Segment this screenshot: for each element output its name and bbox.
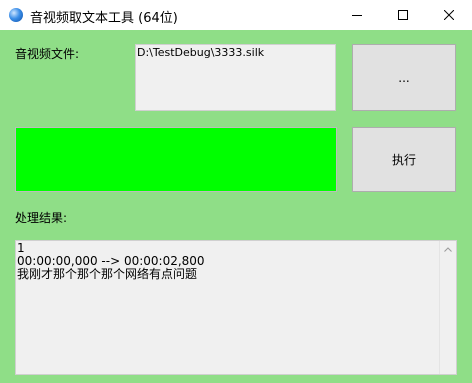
file-label: 音视频文件: [15, 47, 80, 61]
result-text: 1 00:00:00,000 --> 00:00:02,800 我刚才那个那个那… [17, 242, 205, 281]
progress-fill [16, 128, 336, 191]
close-button[interactable] [426, 0, 472, 30]
progress-bar [15, 127, 337, 192]
browse-button-label: ... [398, 70, 410, 85]
maximize-icon [398, 10, 408, 20]
vertical-scrollbar[interactable] [439, 241, 456, 374]
run-button[interactable]: 执行 [352, 127, 456, 192]
browse-button[interactable]: ... [352, 44, 456, 111]
minimize-button[interactable] [334, 0, 380, 30]
run-button-label: 执行 [391, 153, 416, 167]
file-path-field[interactable]: D:\TestDebug\3333.silk [135, 44, 336, 111]
window-title: 音视频取文本工具 (64位) [30, 11, 178, 26]
close-icon [444, 10, 454, 20]
app-globe-icon [9, 8, 23, 22]
title-bar[interactable]: 音视频取文本工具 (64位) [0, 0, 472, 30]
app-window: 音视频取文本工具 (64位) 音视频文件: D:\TestDebug\3333.… [0, 0, 472, 383]
minimize-icon [352, 15, 362, 16]
file-path-text: D:\TestDebug\3333.silk [137, 46, 265, 59]
chevron-up-icon [444, 247, 452, 252]
result-textarea[interactable]: 1 00:00:00,000 --> 00:00:02,800 我刚才那个那个那… [15, 240, 457, 375]
result-label: 处理结果: [15, 211, 68, 225]
scroll-up-button[interactable] [440, 241, 456, 258]
maximize-button[interactable] [380, 0, 426, 30]
result-line: 我刚才那个那个那个网络有点问题 [17, 267, 198, 281]
